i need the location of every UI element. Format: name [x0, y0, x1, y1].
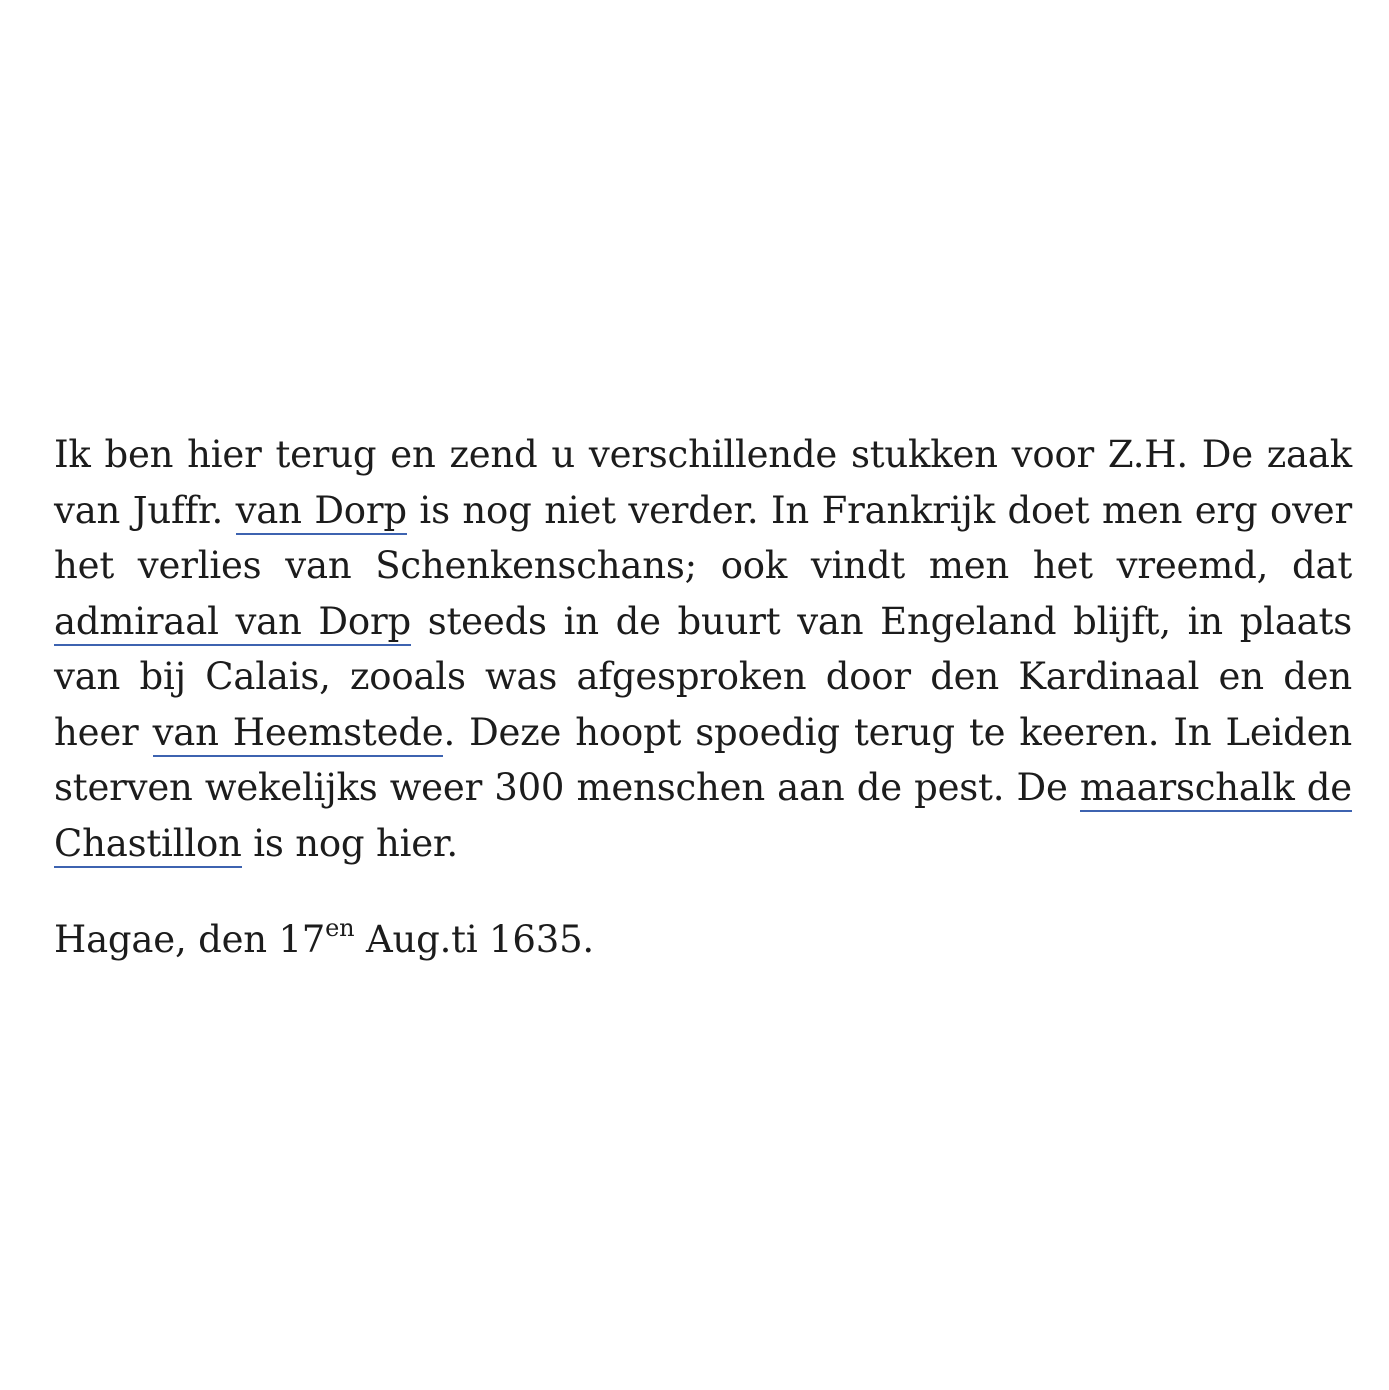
letter-signoff: Hagae, den 17en Aug.ti 1635.: [54, 912, 594, 967]
signoff-place-date: Hagae, den 17: [54, 918, 326, 961]
letter-text-segment: is nog hier.: [241, 821, 458, 865]
signoff-day-suffix: en: [325, 914, 355, 942]
signoff-month-year: Aug.ti 1635.: [354, 918, 594, 961]
person-link-van-heemstede[interactable]: van Heemstede: [152, 710, 444, 757]
letter-body: Ik ben hier terug en zend u verschillend…: [54, 427, 1352, 871]
person-link-van-dorp[interactable]: van Dorp: [235, 488, 407, 535]
person-link-admiraal-van-dorp[interactable]: admiraal van Dorp: [54, 599, 411, 646]
